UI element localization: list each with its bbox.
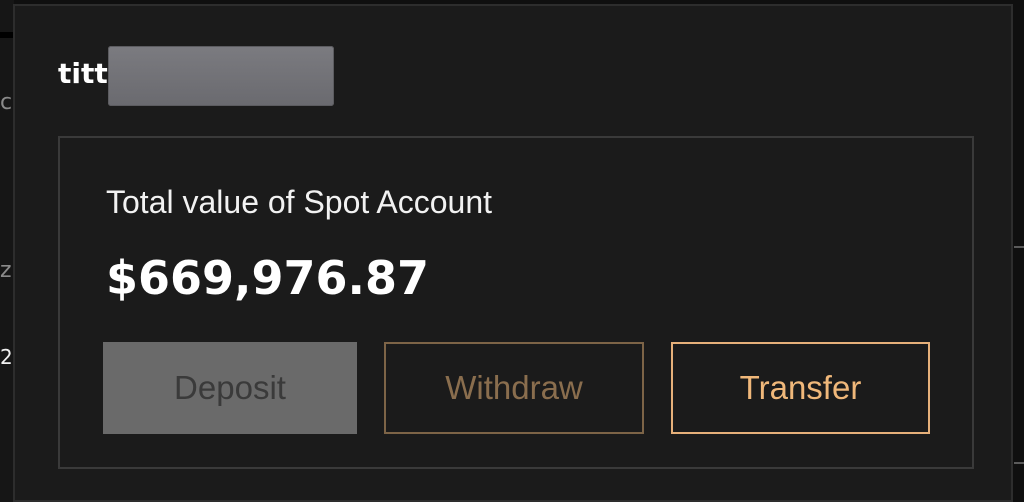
withdraw-button[interactable]: Withdraw xyxy=(384,342,644,434)
spot-account-card: Total value of Spot Account $669,976.87 … xyxy=(58,136,974,469)
deposit-button[interactable]: Deposit xyxy=(103,342,357,434)
withdraw-button-label: Withdraw xyxy=(445,369,583,406)
spot-account-label: Total value of Spot Account xyxy=(106,184,493,220)
spot-account-total-value: $669,976.87 xyxy=(106,251,430,305)
background-text-fragment: z xyxy=(0,260,12,282)
background-divider xyxy=(1014,246,1024,248)
username: titt xyxy=(58,57,108,90)
background-divider xyxy=(0,32,14,38)
deposit-button-label: Deposit xyxy=(174,369,286,406)
username-row: titt xyxy=(58,54,108,94)
transfer-button[interactable]: Transfer xyxy=(671,342,930,434)
username-redaction-block xyxy=(108,46,334,106)
background-divider xyxy=(1014,462,1024,464)
background-text-fragment: 2 xyxy=(0,346,13,368)
background-text-fragment: c xyxy=(0,92,13,114)
background-page-edge xyxy=(0,0,14,502)
transfer-button-label: Transfer xyxy=(739,369,862,406)
